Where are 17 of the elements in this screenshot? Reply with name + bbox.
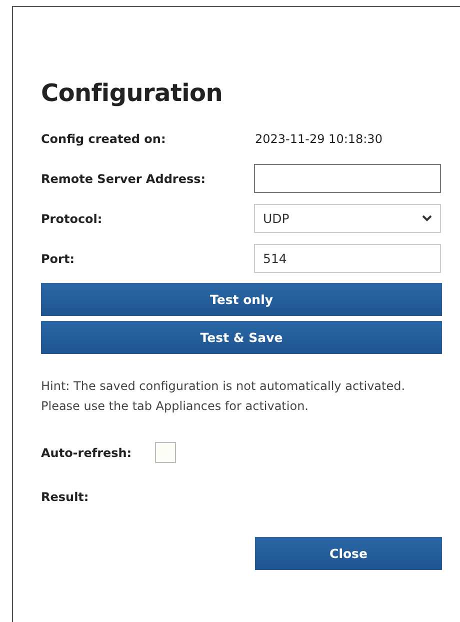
auto-refresh-label: Auto-refresh: — [41, 446, 133, 460]
result-label: Result: — [41, 490, 90, 504]
protocol-dropdown[interactable]: UDP — [254, 204, 441, 233]
action-button[interactable]: Test only — [41, 283, 442, 316]
field-label: Remote Server Address: — [41, 172, 207, 186]
auto-refresh-checkbox[interactable] — [155, 442, 176, 463]
field-label: Protocol: — [41, 212, 104, 226]
action-button[interactable]: Test & Save — [41, 321, 442, 354]
dialog-title: Configuration — [41, 79, 224, 107]
chevron-down-icon — [422, 215, 432, 222]
input-field[interactable]: 514 — [254, 244, 441, 273]
field-label: Port: — [41, 252, 76, 266]
field-label: Config created on: — [41, 132, 167, 146]
hint-text: Hint: The saved configuration is not automatically activated. Please use the tab Appliances for activation. — [41, 378, 406, 415]
field-value: 2023-11-29 10:18:30 — [254, 132, 382, 146]
input-field[interactable] — [254, 164, 441, 193]
close-button[interactable]: Close — [255, 537, 442, 570]
